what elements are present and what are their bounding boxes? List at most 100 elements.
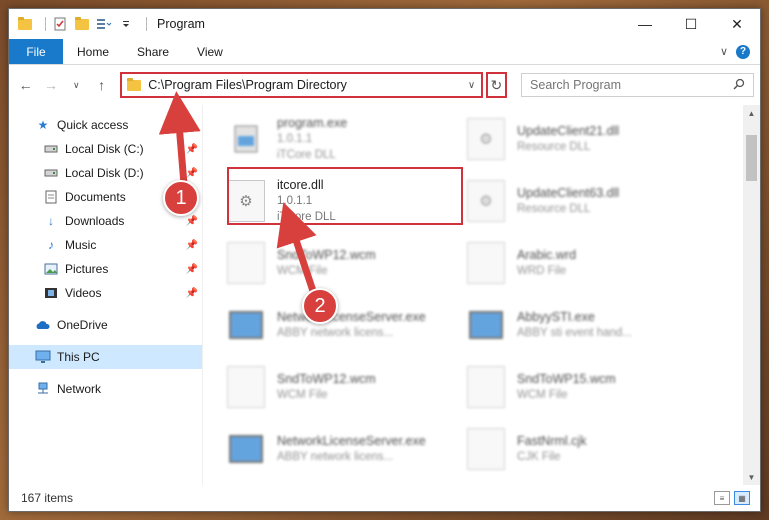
file-meta: WCM File [277, 389, 328, 401]
navigation-pane: ★ Quick access Local Disk (C:) 📌 Local D… [9, 105, 203, 485]
blank-file-icon [467, 366, 505, 408]
details-view-icon[interactable]: ≡ [714, 491, 730, 505]
maximize-button[interactable]: ☐ [668, 9, 714, 39]
nav-item-music[interactable]: ♪ Music 📌 [9, 233, 202, 257]
annotation-badge-1: 1 [163, 180, 199, 216]
blank-file-icon [227, 242, 265, 284]
pictures-icon [43, 261, 59, 277]
address-path[interactable]: C:\Program Files\Program Directory [142, 78, 462, 92]
file-item[interactable]: SndToWP12.wcm WCM File [227, 361, 467, 413]
file-meta: WCM File [277, 265, 328, 277]
exe-file-icon [227, 118, 265, 160]
file-item[interactable]: NetworkLicenseServer.exe ABBY network lic… [227, 423, 467, 475]
tab-file[interactable]: File [9, 39, 63, 64]
address-row: ← → ∨ ↑ C:\Program Files\Program Directo… [9, 65, 760, 105]
pin-icon[interactable]: 📌 [186, 264, 198, 275]
scroll-up-icon[interactable]: ▲ [743, 105, 760, 121]
annotation-badge-2: 2 [302, 288, 338, 324]
tab-home[interactable]: Home [63, 39, 123, 64]
recent-locations-icon[interactable]: ∨ [66, 74, 87, 96]
file-name: SndToWP15.wcm [517, 372, 616, 386]
pin-icon[interactable]: 📌 [186, 216, 198, 227]
help-icon[interactable]: ? [736, 44, 750, 59]
nav-item-label: Pictures [65, 262, 109, 276]
address-dropdown-icon[interactable]: ∨ [463, 80, 481, 91]
nav-item-pictures[interactable]: Pictures 📌 [9, 257, 202, 281]
window-title: Program [157, 17, 205, 31]
file-meta: WRD File [517, 265, 567, 277]
up-arrow-icon[interactable]: ↑ [91, 74, 112, 96]
nav-item-label: Quick access [57, 118, 129, 132]
nav-item-label: Videos [65, 286, 102, 300]
file-name: SndToWP12.wcm [277, 248, 376, 262]
itcore-highlight-box [227, 167, 463, 225]
star-icon: ★ [37, 118, 49, 132]
file-item[interactable]: SndToWP12.wcm WCM File [227, 237, 467, 289]
file-name: program.exe [277, 116, 348, 130]
nav-item-label: Local Disk (D:) [65, 166, 144, 180]
blank-file-icon [467, 428, 505, 470]
pin-icon[interactable]: 📌 [186, 240, 198, 251]
expand-ribbon-icon[interactable]: ∨ [720, 45, 728, 58]
file-item[interactable]: FastNrml.cjk CJK File [467, 423, 707, 475]
nav-item-network[interactable]: Network [9, 377, 202, 401]
search-box[interactable] [521, 73, 755, 97]
blank-file-icon [227, 366, 265, 408]
address-bar[interactable]: C:\Program Files\Program Directory ∨ [120, 72, 483, 98]
nav-item-quick-access[interactable]: ★ Quick access [9, 113, 202, 137]
exe-file-icon [227, 304, 265, 346]
music-icon: ♪ [48, 238, 54, 252]
download-icon: ↓ [48, 214, 54, 228]
file-item[interactable]: ⚙ UpdateClient21.dll Resource DLL [467, 113, 707, 165]
file-item[interactable]: Arabic.wrd WRD File [467, 237, 707, 289]
nav-item-label: OneDrive [57, 318, 108, 332]
vertical-scrollbar[interactable]: ▲ ▼ [743, 105, 760, 485]
search-icon[interactable] [733, 78, 745, 93]
file-meta: iTCore DLL [277, 149, 336, 161]
tab-view[interactable]: View [183, 39, 237, 64]
file-list-pane: program.exe 1.0.1.1 iTCore DLL ⚙ UpdateCli… [203, 105, 760, 485]
nav-item-label: Downloads [65, 214, 125, 228]
properties-icon[interactable] [52, 16, 68, 32]
file-item[interactable]: SndToWP15.wcm WCM File [467, 361, 707, 413]
tiles-view-icon[interactable]: ▦ [734, 491, 750, 505]
chevron-down-icon[interactable] [118, 16, 134, 32]
nav-item-label: Network [57, 382, 102, 396]
drive-icon [43, 141, 59, 157]
file-item[interactable]: AbbyySTI.exe ABBY sti event hand... [467, 299, 707, 351]
pin-icon[interactable]: 📌 [186, 144, 198, 155]
view-switcher: ≡ ▦ [714, 491, 760, 505]
file-name: Arabic.wrd [517, 248, 577, 262]
main-pane: ★ Quick access Local Disk (C:) 📌 Local D… [9, 105, 760, 485]
new-folder-icon[interactable] [74, 16, 90, 32]
nav-item-label: This PC [57, 350, 100, 364]
ribbon-right-controls: ∨ ? [720, 39, 760, 64]
refresh-button[interactable]: ↻ [485, 72, 508, 98]
back-arrow-icon[interactable]: ← [15, 74, 36, 96]
tab-share[interactable]: Share [123, 39, 183, 64]
customize-toolbar-icon[interactable] [96, 16, 112, 32]
file-item[interactable]: ⚙ UpdateClient63.dll Resource DLL [467, 175, 707, 227]
file-item[interactable]: program.exe 1.0.1.1 iTCore DLL [227, 113, 467, 165]
pin-icon[interactable]: 📌 [186, 168, 198, 179]
file-item[interactable]: NetworkLicenseServer.exe ABBY network lic… [227, 299, 467, 351]
nav-item-onedrive[interactable]: OneDrive [9, 313, 202, 337]
scroll-down-icon[interactable]: ▼ [743, 469, 760, 485]
file-meta: Resource DLL [517, 203, 591, 215]
network-icon [35, 381, 51, 397]
search-input[interactable] [530, 78, 734, 92]
forward-arrow-icon[interactable]: → [40, 74, 61, 96]
status-bar: 167 items ≡ ▦ [9, 485, 760, 511]
nav-item-label: Documents [65, 190, 126, 204]
minimize-button[interactable]: — [622, 9, 668, 39]
nav-item-this-pc[interactable]: This PC [9, 345, 202, 369]
nav-item-videos[interactable]: Videos 📌 [9, 281, 202, 305]
close-button[interactable]: ✕ [714, 9, 760, 39]
file-name: NetworkLicenseServer.exe [277, 434, 426, 448]
file-name: UpdateClient63.dll [517, 186, 620, 200]
file-meta: ABBY network licens... [277, 451, 394, 463]
pin-icon[interactable]: 📌 [186, 288, 198, 299]
scrollbar-thumb[interactable] [746, 135, 757, 181]
nav-item-local-disk-c[interactable]: Local Disk (C:) 📌 [9, 137, 202, 161]
